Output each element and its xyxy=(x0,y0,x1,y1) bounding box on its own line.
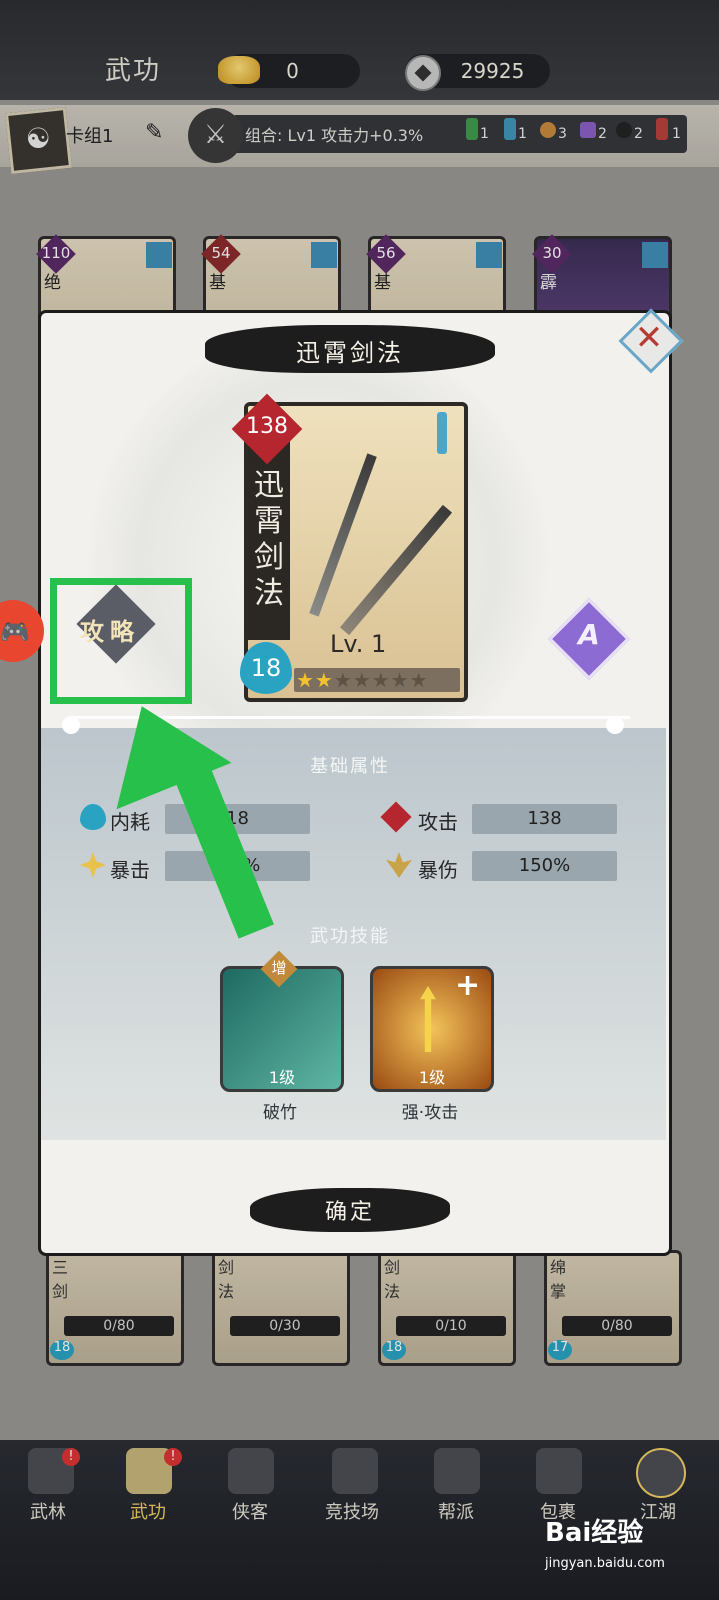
stat-label-cost: 内耗 xyxy=(110,810,150,834)
card-star-rating: ★★★★★★★ xyxy=(294,668,460,692)
skill-level: 1级 xyxy=(268,1068,296,1087)
stat-label-attack: 攻击 xyxy=(418,810,458,834)
card-cost: 18 xyxy=(250,654,282,682)
close-icon[interactable]: ✕ xyxy=(632,316,666,360)
stat-label-crit: 暴击 xyxy=(110,858,150,882)
rank-label: A xyxy=(578,618,600,651)
skill-name: 强·攻击 xyxy=(401,1103,459,1123)
card-level: Lv. 1 xyxy=(330,630,387,658)
stars-empty: ★★★★★ xyxy=(333,668,429,692)
stat-value-crit-damage: 150% xyxy=(472,851,617,881)
watermark-url: jingyan.baidu.com xyxy=(545,1556,665,1571)
skills-header: 武功技能 xyxy=(310,926,390,947)
blue-sword-icon xyxy=(437,412,447,454)
stat-label-crit-damage: 暴伤 xyxy=(418,858,458,882)
stat-value-attack: 138 xyxy=(472,804,617,834)
confirm-button[interactable]: 确定 xyxy=(250,1194,450,1226)
divider-dot xyxy=(62,716,80,734)
skill-level: 1级 xyxy=(418,1068,446,1087)
buff-badge: 增 xyxy=(271,959,287,977)
highlight-box xyxy=(50,578,192,704)
divider-dot xyxy=(606,716,624,734)
modal-title: 迅霄剑法 xyxy=(296,339,404,367)
card-attack: 138 xyxy=(246,414,288,439)
gamepad-icon[interactable]: 🎮 xyxy=(0,618,30,646)
card-name: 迅霄剑法 xyxy=(254,468,284,611)
watermark-logo: Bai经验 xyxy=(545,1518,644,1548)
plus-icon: + xyxy=(455,968,481,1003)
basic-attributes-header: 基础属性 xyxy=(310,756,390,777)
skill-name: 破竹 xyxy=(263,1103,297,1123)
drop-icon xyxy=(80,804,106,830)
stars-filled: ★★ xyxy=(296,668,334,692)
